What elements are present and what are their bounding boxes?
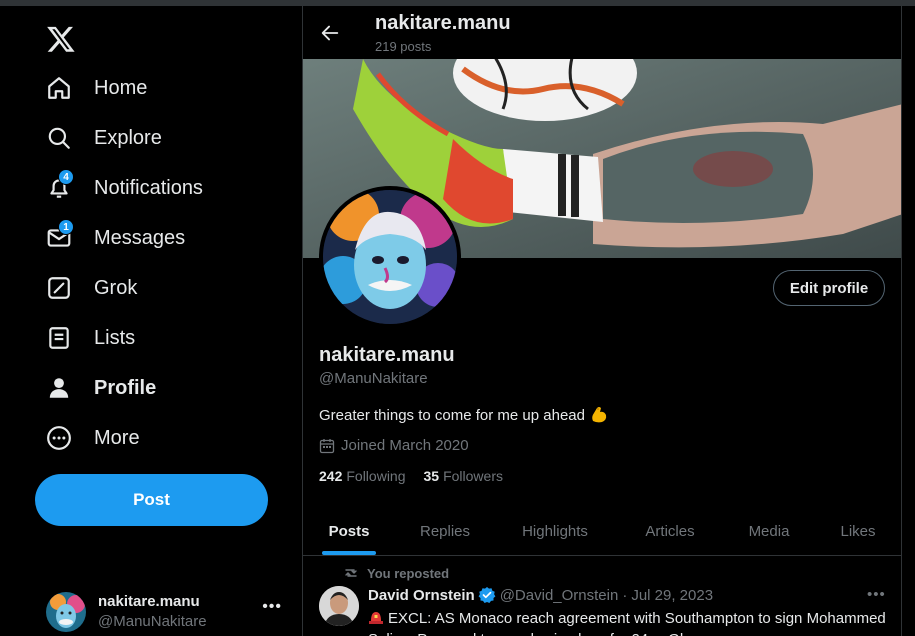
envelope-icon: 1 [46,219,74,251]
tab-replies[interactable]: Replies [395,506,495,556]
followers-link[interactable]: 35 Followers [424,468,503,484]
sidebar-item-label: Explore [94,126,162,149]
profile-column: nakitare.manu 219 posts Edit profile nak… [302,6,902,636]
account-switcher[interactable]: nakitare.manu @ManuNakitare ••• [36,588,296,636]
siren-icon [368,609,384,625]
sidebar: Home Explore 4 Notifications 1 Messages [0,6,302,636]
author-name[interactable]: David Ornstein [368,587,475,604]
sidebar-item-lists[interactable]: Lists [36,316,286,360]
sidebar-item-label: Grok [94,276,138,299]
following-link[interactable]: 242 Following [319,468,406,484]
separator: · [622,586,628,604]
sidebar-item-label: Notifications [94,176,203,199]
grok-icon [46,275,72,301]
profile-bio: Greater things to come for me up ahead [319,405,609,425]
following-label: Following [346,468,406,484]
post-count: 219 posts [375,39,432,54]
profile-name: nakitare.manu [319,344,455,366]
tab-posts[interactable]: Posts [303,506,395,556]
tab-likes[interactable]: Likes [813,506,901,556]
more-circle-icon [46,425,72,451]
tweet[interactable]: You reposted David Ornstein @David_Ornst… [303,557,901,636]
profile-handle: @ManuNakitare [319,370,428,387]
tab-label: Replies [419,522,471,540]
sidebar-item-label: More [94,426,140,449]
followers-count: 35 [423,468,440,484]
repost-indicator: You reposted [343,565,449,581]
bell-icon: 4 [46,169,74,201]
account-handle: @ManuNakitare [98,613,207,630]
sidebar-item-label: Profile [94,376,157,399]
tab-media[interactable]: Media [725,506,813,556]
tab-highlights[interactable]: Highlights [495,506,615,556]
avatar[interactable] [319,586,359,626]
tweet-text: EXCL: AS Monaco reach agreement with Sou… [368,608,888,636]
profile-header: nakitare.manu 219 posts [303,6,901,59]
sidebar-item-label: Lists [94,326,136,349]
x-logo-icon[interactable] [46,24,76,54]
joined-text: Joined March 2020 [341,437,469,454]
sidebar-item-grok[interactable]: Grok [36,266,286,310]
account-name: nakitare.manu [98,593,200,610]
repost-label: You reposted [367,565,450,581]
repost-icon [345,569,357,577]
page-title: nakitare.manu [375,12,511,34]
joined-date: Joined March 2020 [319,437,469,454]
notification-badge: 4 [58,169,74,185]
tab-label: Posts [328,522,370,540]
edit-profile-button[interactable]: Edit profile [773,270,885,306]
back-arrow-icon[interactable] [319,22,341,44]
following-count: 242 [319,468,343,484]
profile-tabs: Posts Replies Highlights Articles Media … [303,506,901,556]
active-tab-indicator [322,551,376,555]
more-dots-icon[interactable]: ••• [262,598,282,616]
author-handle[interactable]: @David_Ornstein [500,587,619,604]
tweet-header: David Ornstein @David_Ornstein · Jul 29,… [368,586,713,604]
tab-articles[interactable]: Articles [615,506,725,556]
post-button[interactable]: Post [35,474,268,526]
person-icon [46,375,72,401]
profile-avatar[interactable] [319,186,461,328]
sidebar-item-more[interactable]: More [36,416,286,460]
verified-badge-icon [478,587,496,603]
search-icon [46,125,72,151]
messages-badge: 1 [58,219,74,235]
tab-label: Likes [840,522,876,540]
tweet-body: EXCL: AS Monaco reach agreement with Sou… [368,610,886,636]
tweet-more-icon[interactable]: ••• [867,586,886,603]
followers-label: Followers [443,468,503,484]
sidebar-item-label: Messages [94,226,186,249]
bio-text: Greater things to come for me up ahead [319,406,585,424]
home-icon [46,75,72,101]
avatar [46,592,86,632]
sidebar-item-label: Home [94,76,148,99]
sidebar-item-home[interactable]: Home [36,66,286,110]
flexed-biceps-icon [589,405,609,425]
tweet-date[interactable]: Jul 29, 2023 [631,587,713,604]
follow-stats: 242 Following 35 Followers [319,468,521,484]
sidebar-item-explore[interactable]: Explore [36,116,286,160]
sidebar-item-profile[interactable]: Profile [36,366,286,410]
sidebar-item-messages[interactable]: 1 Messages [36,216,286,260]
tab-label: Media [748,522,790,540]
tab-label: Articles [645,522,695,540]
sidebar-item-notifications[interactable]: 4 Notifications [36,166,286,210]
tab-label: Highlights [522,522,588,540]
calendar-icon [319,438,335,453]
list-icon [46,325,72,351]
